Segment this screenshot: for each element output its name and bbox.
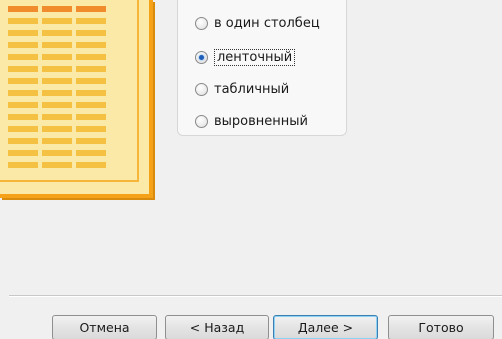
preview-cell: [42, 78, 72, 84]
button-bar-divider: [9, 295, 502, 297]
option-datasheet-label: табличный: [214, 82, 290, 97]
radio-icon[interactable]: [195, 115, 208, 128]
option-justified-label: выровненный: [214, 114, 309, 129]
option-tabular-ribbon-label: ленточный: [214, 49, 296, 66]
option-columnar[interactable]: в один столбец: [195, 16, 320, 31]
preview-cell: [42, 18, 72, 24]
finish-button[interactable]: Готово: [388, 315, 494, 339]
preview-cell: [76, 18, 106, 24]
preview-cell: [42, 138, 72, 144]
preview-row: [8, 102, 118, 111]
preview-cell: [76, 126, 106, 132]
preview-cell: [8, 78, 38, 84]
preview-cell: [8, 66, 38, 72]
preview-cell: [42, 42, 72, 48]
preview-cell: [42, 162, 72, 168]
option-columnar-label: в один столбец: [214, 16, 320, 31]
next-button[interactable]: Далее >: [273, 315, 378, 339]
preview-cell: [8, 150, 38, 156]
preview-row: [8, 66, 118, 75]
preview-cell: [8, 102, 38, 108]
preview-header-row: [8, 6, 118, 15]
preview-row: [8, 150, 118, 159]
preview-cell: [42, 90, 72, 96]
layout-preview: [0, 0, 153, 198]
preview-row: [8, 162, 118, 171]
preview-cell: [8, 18, 38, 24]
preview-row: [8, 90, 118, 99]
preview-cell: [8, 54, 38, 60]
cancel-button[interactable]: Отмена: [52, 315, 157, 339]
back-button[interactable]: < Назад: [165, 315, 269, 339]
preview-cell: [76, 30, 106, 36]
preview-cell: [76, 162, 106, 168]
preview-cell: [8, 138, 38, 144]
option-justified[interactable]: выровненный: [195, 114, 308, 129]
preview-cell: [76, 66, 106, 72]
preview-row: [8, 126, 118, 135]
radio-icon[interactable]: [195, 83, 208, 96]
preview-cell: [76, 150, 106, 156]
preview-cell: [76, 42, 106, 48]
preview-row: [8, 18, 118, 27]
preview-cell: [42, 126, 72, 132]
option-datasheet[interactable]: табличный: [195, 82, 289, 97]
preview-cell: [8, 114, 38, 120]
preview-table: [8, 6, 118, 174]
radio-checked-icon[interactable]: [195, 51, 208, 64]
preview-cell: [42, 30, 72, 36]
preview-cell: [8, 6, 38, 12]
preview-cell: [42, 54, 72, 60]
preview-cell: [42, 150, 72, 156]
preview-cell: [76, 114, 106, 120]
preview-row: [8, 78, 118, 87]
preview-cell: [76, 78, 106, 84]
preview-cell: [8, 42, 38, 48]
preview-cell: [42, 102, 72, 108]
preview-row: [8, 138, 118, 147]
preview-cell: [42, 66, 72, 72]
preview-cell: [8, 90, 38, 96]
preview-cell: [8, 30, 38, 36]
preview-cell: [76, 102, 106, 108]
preview-row: [8, 30, 118, 39]
form-wizard-dialog: в один столбец ленточный табличный выров…: [0, 0, 502, 339]
preview-row: [8, 42, 118, 51]
preview-row: [8, 54, 118, 63]
radio-icon[interactable]: [195, 17, 208, 30]
layout-options-group: в один столбец ленточный табличный выров…: [177, 0, 347, 136]
preview-row: [8, 114, 118, 123]
preview-cell: [42, 6, 72, 12]
preview-cell: [76, 54, 106, 60]
preview-cell: [76, 6, 106, 12]
preview-cell: [8, 126, 38, 132]
preview-cell: [76, 90, 106, 96]
preview-cell: [76, 138, 106, 144]
option-tabular-ribbon[interactable]: ленточный: [195, 49, 296, 66]
preview-cell: [42, 114, 72, 120]
preview-cell: [8, 162, 38, 168]
